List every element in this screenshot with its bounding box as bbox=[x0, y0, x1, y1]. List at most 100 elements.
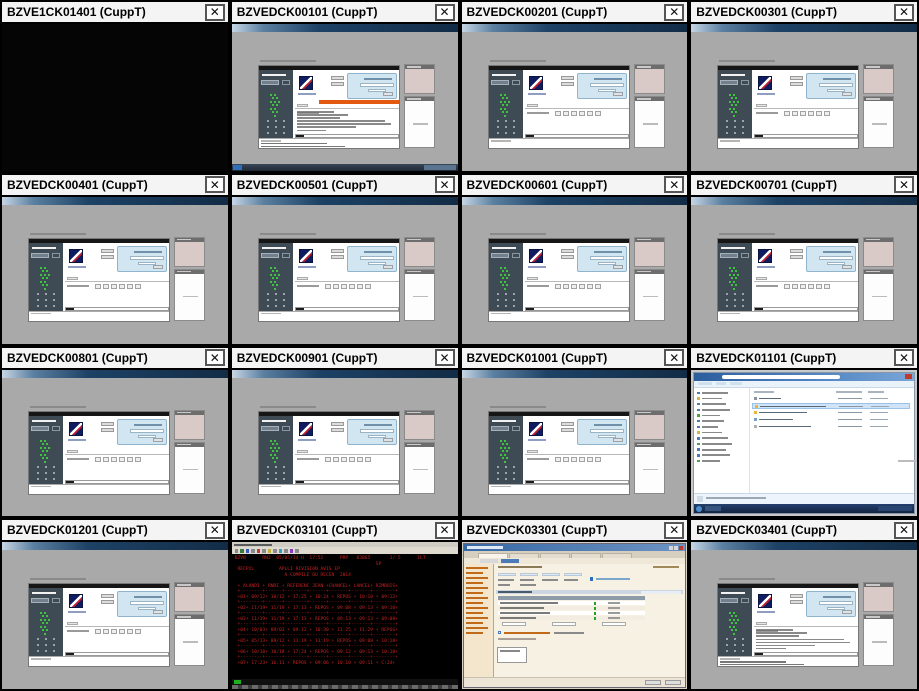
content-area bbox=[525, 283, 629, 305]
close-button[interactable]: ✕ bbox=[435, 349, 455, 366]
log-panel bbox=[29, 311, 169, 321]
remote-window-titlebar bbox=[232, 370, 458, 378]
session-window: BZVEDCK03101 (CuppT) ✕ BZVN RN2 05/05/14… bbox=[230, 518, 460, 691]
remote-desktop-thumbnail[interactable] bbox=[2, 370, 228, 517]
close-button[interactable]: ✕ bbox=[894, 176, 914, 193]
white-panel-text bbox=[872, 123, 887, 125]
option-button-2 bbox=[331, 82, 344, 86]
session-title: BZVEDCK03101 (CuppT) bbox=[232, 523, 378, 537]
session-titlebar: BZVEDCK01201 (CuppT) ✕ bbox=[2, 520, 228, 542]
close-button[interactable]: ✕ bbox=[205, 4, 225, 21]
remote-desktop-thumbnail[interactable] bbox=[462, 197, 688, 344]
remote-taskbar bbox=[232, 164, 458, 171]
system-tray bbox=[878, 506, 912, 511]
white-panel-header bbox=[635, 97, 664, 101]
start-button bbox=[233, 165, 242, 170]
log-entries bbox=[720, 661, 840, 667]
erp-tabs bbox=[464, 551, 686, 558]
date-text bbox=[653, 566, 679, 568]
session-titlebar: BZVE1CK01401 (CuppT) ✕ bbox=[2, 2, 228, 24]
nav-item bbox=[697, 448, 746, 451]
login-label bbox=[364, 78, 392, 80]
option-button-1 bbox=[331, 249, 344, 253]
close-button[interactable]: ✕ bbox=[894, 522, 914, 539]
info-text bbox=[596, 578, 630, 580]
footnote-text bbox=[498, 638, 536, 640]
brand-text bbox=[68, 266, 86, 268]
sidebar-toggle bbox=[282, 253, 290, 258]
sidebar-slider bbox=[262, 247, 286, 249]
side-panel-pink bbox=[174, 237, 205, 267]
tab-divider bbox=[754, 626, 858, 627]
nav-item bbox=[697, 397, 746, 400]
content-area bbox=[295, 283, 399, 305]
log-header bbox=[261, 486, 281, 488]
remote-desktop-thumbnail[interactable] bbox=[462, 24, 688, 171]
close-button[interactable]: ✕ bbox=[894, 349, 914, 366]
log-header bbox=[261, 313, 281, 315]
erp-sidebar-links bbox=[464, 564, 494, 677]
desktop-caption-text bbox=[30, 406, 86, 408]
close-button[interactable]: ✕ bbox=[435, 4, 455, 21]
session-titlebar: BZVEDCK01001 (CuppT) ✕ bbox=[462, 348, 688, 370]
option-button-1 bbox=[561, 422, 574, 426]
content-tab bbox=[67, 277, 78, 280]
option-button-1 bbox=[561, 249, 574, 253]
remote-desktop-thumbnail[interactable] bbox=[232, 370, 458, 517]
remote-desktop-thumbnail[interactable]: BZVN RN2 05/05/14 H 17:52 PRP 03865 1/ 5… bbox=[232, 542, 458, 689]
option-button-2 bbox=[790, 600, 803, 604]
remote-desktop-thumbnail[interactable] bbox=[691, 24, 917, 171]
close-icon bbox=[679, 546, 683, 550]
content-label bbox=[527, 285, 549, 287]
white-panel-text bbox=[183, 469, 198, 471]
white-panel-text bbox=[183, 641, 198, 643]
session-title: BZVEDCK00201 (CuppT) bbox=[462, 5, 608, 19]
login-input bbox=[130, 429, 164, 433]
remote-desktop-thumbnail[interactable] bbox=[232, 197, 458, 344]
cupp-app-window bbox=[717, 238, 859, 322]
content-tab bbox=[297, 104, 308, 107]
remote-desktop-thumbnail[interactable] bbox=[2, 197, 228, 344]
close-button[interactable]: ✕ bbox=[664, 349, 684, 366]
white-panel-header bbox=[635, 443, 664, 447]
close-button[interactable]: ✕ bbox=[435, 522, 455, 539]
login-button bbox=[842, 92, 852, 96]
remote-desktop-thumbnail[interactable] bbox=[2, 542, 228, 689]
table-row bbox=[498, 616, 646, 620]
close-button[interactable]: ✕ bbox=[664, 176, 684, 193]
close-button[interactable]: ✕ bbox=[205, 522, 225, 539]
content-label bbox=[527, 112, 549, 114]
remote-desktop-thumbnail[interactable] bbox=[232, 24, 458, 171]
session-titlebar: BZVEDCK00301 (CuppT) ✕ bbox=[691, 2, 917, 24]
close-button[interactable]: ✕ bbox=[205, 176, 225, 193]
content-label bbox=[527, 458, 549, 460]
sidebar-slider bbox=[262, 74, 286, 76]
remote-desktop-thumbnail[interactable] bbox=[691, 370, 917, 517]
apply-button bbox=[645, 680, 661, 685]
remote-desktop-thumbnail[interactable] bbox=[2, 24, 228, 171]
close-button[interactable]: ✕ bbox=[435, 176, 455, 193]
remote-desktop-thumbnail[interactable] bbox=[691, 197, 917, 344]
close-button[interactable]: ✕ bbox=[664, 522, 684, 539]
green-status-indicators bbox=[40, 612, 42, 614]
close-button[interactable]: ✕ bbox=[664, 4, 684, 21]
close-button[interactable]: ✕ bbox=[894, 4, 914, 21]
close-button[interactable]: ✕ bbox=[205, 349, 225, 366]
cupp-app-window bbox=[717, 65, 859, 149]
nav-item bbox=[697, 454, 746, 457]
erp-footer bbox=[464, 677, 686, 687]
option-button-1 bbox=[101, 249, 114, 253]
remote-desktop-thumbnail[interactable] bbox=[462, 370, 688, 517]
cupp-app-window bbox=[258, 65, 400, 149]
content-buttons-row bbox=[555, 457, 601, 462]
side-panel-white bbox=[634, 442, 665, 494]
session-titlebar: BZVEDCK00901 (CuppT) ✕ bbox=[232, 348, 458, 370]
cupp-app-window bbox=[488, 238, 630, 322]
content-tab bbox=[297, 277, 308, 280]
content-buttons-row bbox=[784, 284, 830, 289]
remote-desktop-thumbnail[interactable] bbox=[462, 542, 688, 689]
tab-divider bbox=[525, 454, 629, 455]
progress-fill bbox=[755, 653, 763, 655]
company-logo bbox=[69, 422, 83, 436]
remote-desktop-thumbnail[interactable] bbox=[691, 542, 917, 689]
